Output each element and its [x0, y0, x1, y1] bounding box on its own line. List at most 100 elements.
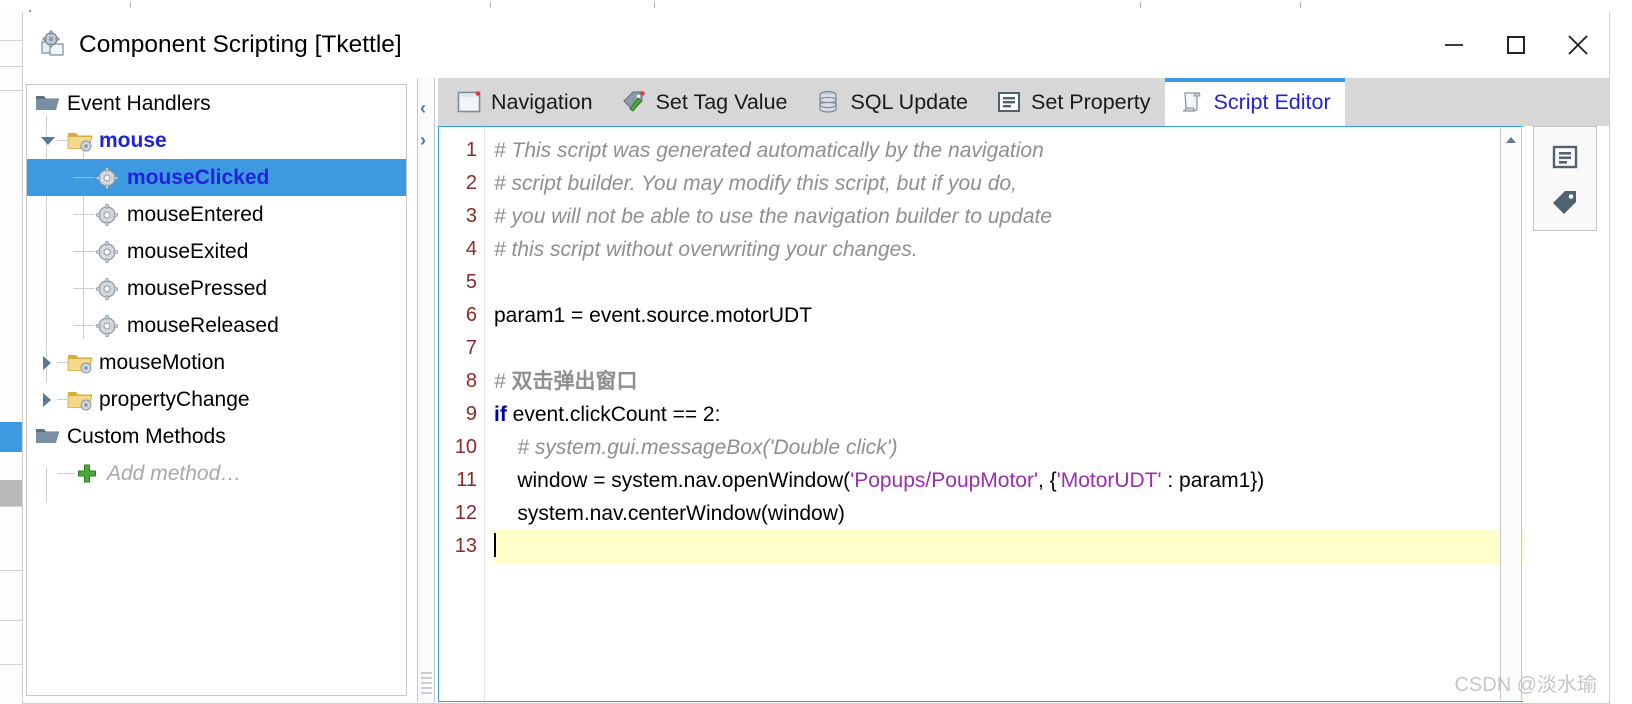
tab-set-tag-value[interactable]: Set Tag Value	[607, 78, 802, 126]
editor-side: Navigation Set Tag Value SQL Update Set …	[438, 78, 1609, 702]
code-token: # you will not be able to use the naviga…	[494, 205, 1053, 228]
code-token: #	[494, 370, 512, 393]
tab-label: Set Tag Value	[655, 89, 788, 114]
chevron-right-icon[interactable]	[39, 391, 57, 409]
tree-item-mouseclicked[interactable]: mouseClicked	[27, 159, 406, 196]
tree-item-label: propertyChange	[99, 387, 250, 411]
code-text[interactable]: # This script was generated automaticall…	[485, 127, 1523, 701]
tab-sql-update[interactable]: SQL Update	[801, 78, 982, 126]
folder-dark-icon	[35, 425, 61, 449]
tree-item-mouseexited[interactable]: mouseExited	[27, 233, 406, 270]
line-number: 11	[456, 469, 477, 491]
tree-item-mouseentered[interactable]: mouseEntered	[27, 196, 406, 233]
line-number: 8	[465, 370, 477, 392]
gear-icon	[95, 203, 121, 227]
tree-item-mouse[interactable]: mouse	[27, 122, 406, 159]
code-token: # this script without overwriting your c…	[494, 238, 918, 261]
code-pane[interactable]: 1 2 3 4 5 6 7 8 9 10 11 12 13 # This scr…	[438, 126, 1523, 702]
window-icon	[456, 89, 482, 115]
code-line[interactable]: # script builder. You may modify this sc…	[494, 167, 1523, 200]
event-handler-tree[interactable]: Event Handlers mouse mouseClicked mouseE…	[26, 84, 407, 696]
page-title: Component Scripting [Tkettle]	[79, 31, 402, 58]
code-token: system.nav.centerWindow(window)	[494, 502, 845, 525]
code-token: , {	[1038, 469, 1057, 492]
line-number: 9	[465, 403, 477, 425]
code-token: 'MotorUDT'	[1056, 469, 1162, 492]
gear-icon	[95, 240, 121, 264]
code-line[interactable]: # this script without overwriting your c…	[494, 233, 1523, 266]
line-number: 6	[465, 304, 477, 326]
property-list-icon[interactable]	[1545, 137, 1585, 177]
tree-item-add-method[interactable]: Add method…	[27, 455, 406, 492]
tree-item-label: Add method…	[107, 461, 242, 485]
editor-vertical-scrollbar[interactable]	[1500, 128, 1522, 700]
tab-set-property[interactable]: Set Property	[982, 78, 1165, 126]
code-line[interactable]: if event.clickCount == 2:	[494, 398, 1523, 431]
code-token: # system.gui.messageBox('Double click')	[494, 436, 898, 459]
maximize-button[interactable]	[1485, 12, 1547, 78]
component-scripting-window: Component Scripting [Tkettle] Event Hand…	[22, 12, 1610, 704]
line-number: 10	[454, 436, 477, 458]
code-line[interactable]: # 双击弹出窗口	[494, 365, 1523, 398]
tab-label: Script Editor	[1213, 89, 1331, 114]
line-number: 4	[465, 238, 477, 260]
chevron-down-icon[interactable]	[39, 132, 57, 150]
code-line[interactable]: param1 = event.source.motorUDT	[494, 299, 1523, 332]
panel-splitter[interactable]: ‹ ›	[408, 78, 438, 702]
code-line[interactable]: # you will not be able to use the naviga…	[494, 200, 1523, 233]
tab-label: Set Property	[1031, 89, 1151, 114]
code-line[interactable]: system.nav.centerWindow(window)	[494, 497, 1523, 530]
code-token: window = system.nav.openWindow(	[494, 469, 851, 492]
tree-item-label: mouseEntered	[127, 202, 264, 226]
tree-item-custom-methods[interactable]: Custom Methods	[27, 418, 406, 455]
code-line[interactable]	[494, 266, 1523, 299]
splitter-grip[interactable]	[421, 672, 432, 698]
line-number: 13	[454, 535, 477, 557]
gear-icon	[95, 277, 121, 301]
collapse-left-arrow[interactable]: ‹	[420, 98, 426, 119]
line-number: 2	[465, 172, 477, 194]
line-number: 1	[465, 139, 477, 161]
code-token: # This script was generated automaticall…	[494, 139, 1044, 162]
code-token: if	[494, 403, 507, 426]
code-line[interactable]: # This script was generated automaticall…	[494, 134, 1523, 167]
tree-item-mousemotion[interactable]: mouseMotion	[27, 344, 406, 381]
tree-item-mousepressed[interactable]: mousePressed	[27, 270, 406, 307]
code-line[interactable]	[494, 530, 1523, 563]
database-icon	[815, 89, 841, 115]
tab-navigation[interactable]: Navigation	[442, 78, 607, 126]
tree-item-event-handlers[interactable]: Event Handlers	[27, 85, 406, 122]
tree-item-mousereleased[interactable]: mouseReleased	[27, 307, 406, 344]
code-line[interactable]: window = system.nav.openWindow('Popups/P…	[494, 464, 1523, 497]
tree-item-propertychange[interactable]: propertyChange	[27, 381, 406, 418]
action-tab-bar[interactable]: Navigation Set Tag Value SQL Update Set …	[438, 78, 1609, 126]
code-token: 'Popups/PoupMotor'	[850, 469, 1038, 492]
tree-item-label: mouseMotion	[99, 350, 226, 374]
folder-gear-icon	[67, 129, 93, 153]
title-bar[interactable]: Component Scripting [Tkettle]	[23, 12, 1609, 78]
code-line[interactable]: # system.gui.messageBox('Double click')	[494, 431, 1523, 464]
event-handler-tree-panel: Event Handlers mouse mouseClicked mouseE…	[23, 78, 408, 702]
splitter-strip[interactable]	[417, 78, 435, 702]
script-editor-area: 1 2 3 4 5 6 7 8 9 10 11 12 13 # This scr…	[438, 126, 1609, 702]
minimize-button[interactable]	[1423, 12, 1485, 78]
tree-item-label: mouse	[99, 128, 167, 152]
chevron-right-icon[interactable]	[39, 354, 57, 372]
line-number: 3	[465, 205, 477, 227]
code-token: 双击弹出窗口	[511, 370, 638, 393]
plus-icon	[75, 462, 101, 486]
tab-script-editor[interactable]: Script Editor	[1164, 78, 1345, 126]
collapse-right-arrow[interactable]: ›	[420, 130, 426, 151]
close-button[interactable]	[1547, 12, 1609, 78]
tag-icon[interactable]	[1545, 183, 1585, 223]
code-token: # script builder. You may modify this sc…	[494, 172, 1017, 195]
tree-item-label: mouseExited	[127, 239, 249, 263]
editor-tool-strip[interactable]	[1533, 126, 1597, 231]
tree-item-label: mouseReleased	[127, 313, 279, 337]
scroll-up-arrow[interactable]	[1501, 132, 1521, 148]
window-body: Event Handlers mouse mouseClicked mouseE…	[23, 78, 1609, 702]
code-line[interactable]	[494, 332, 1523, 365]
text-cursor	[494, 533, 496, 557]
tab-label: SQL Update	[850, 89, 969, 114]
code-token: param1 = event.source.motorUDT	[494, 304, 813, 327]
